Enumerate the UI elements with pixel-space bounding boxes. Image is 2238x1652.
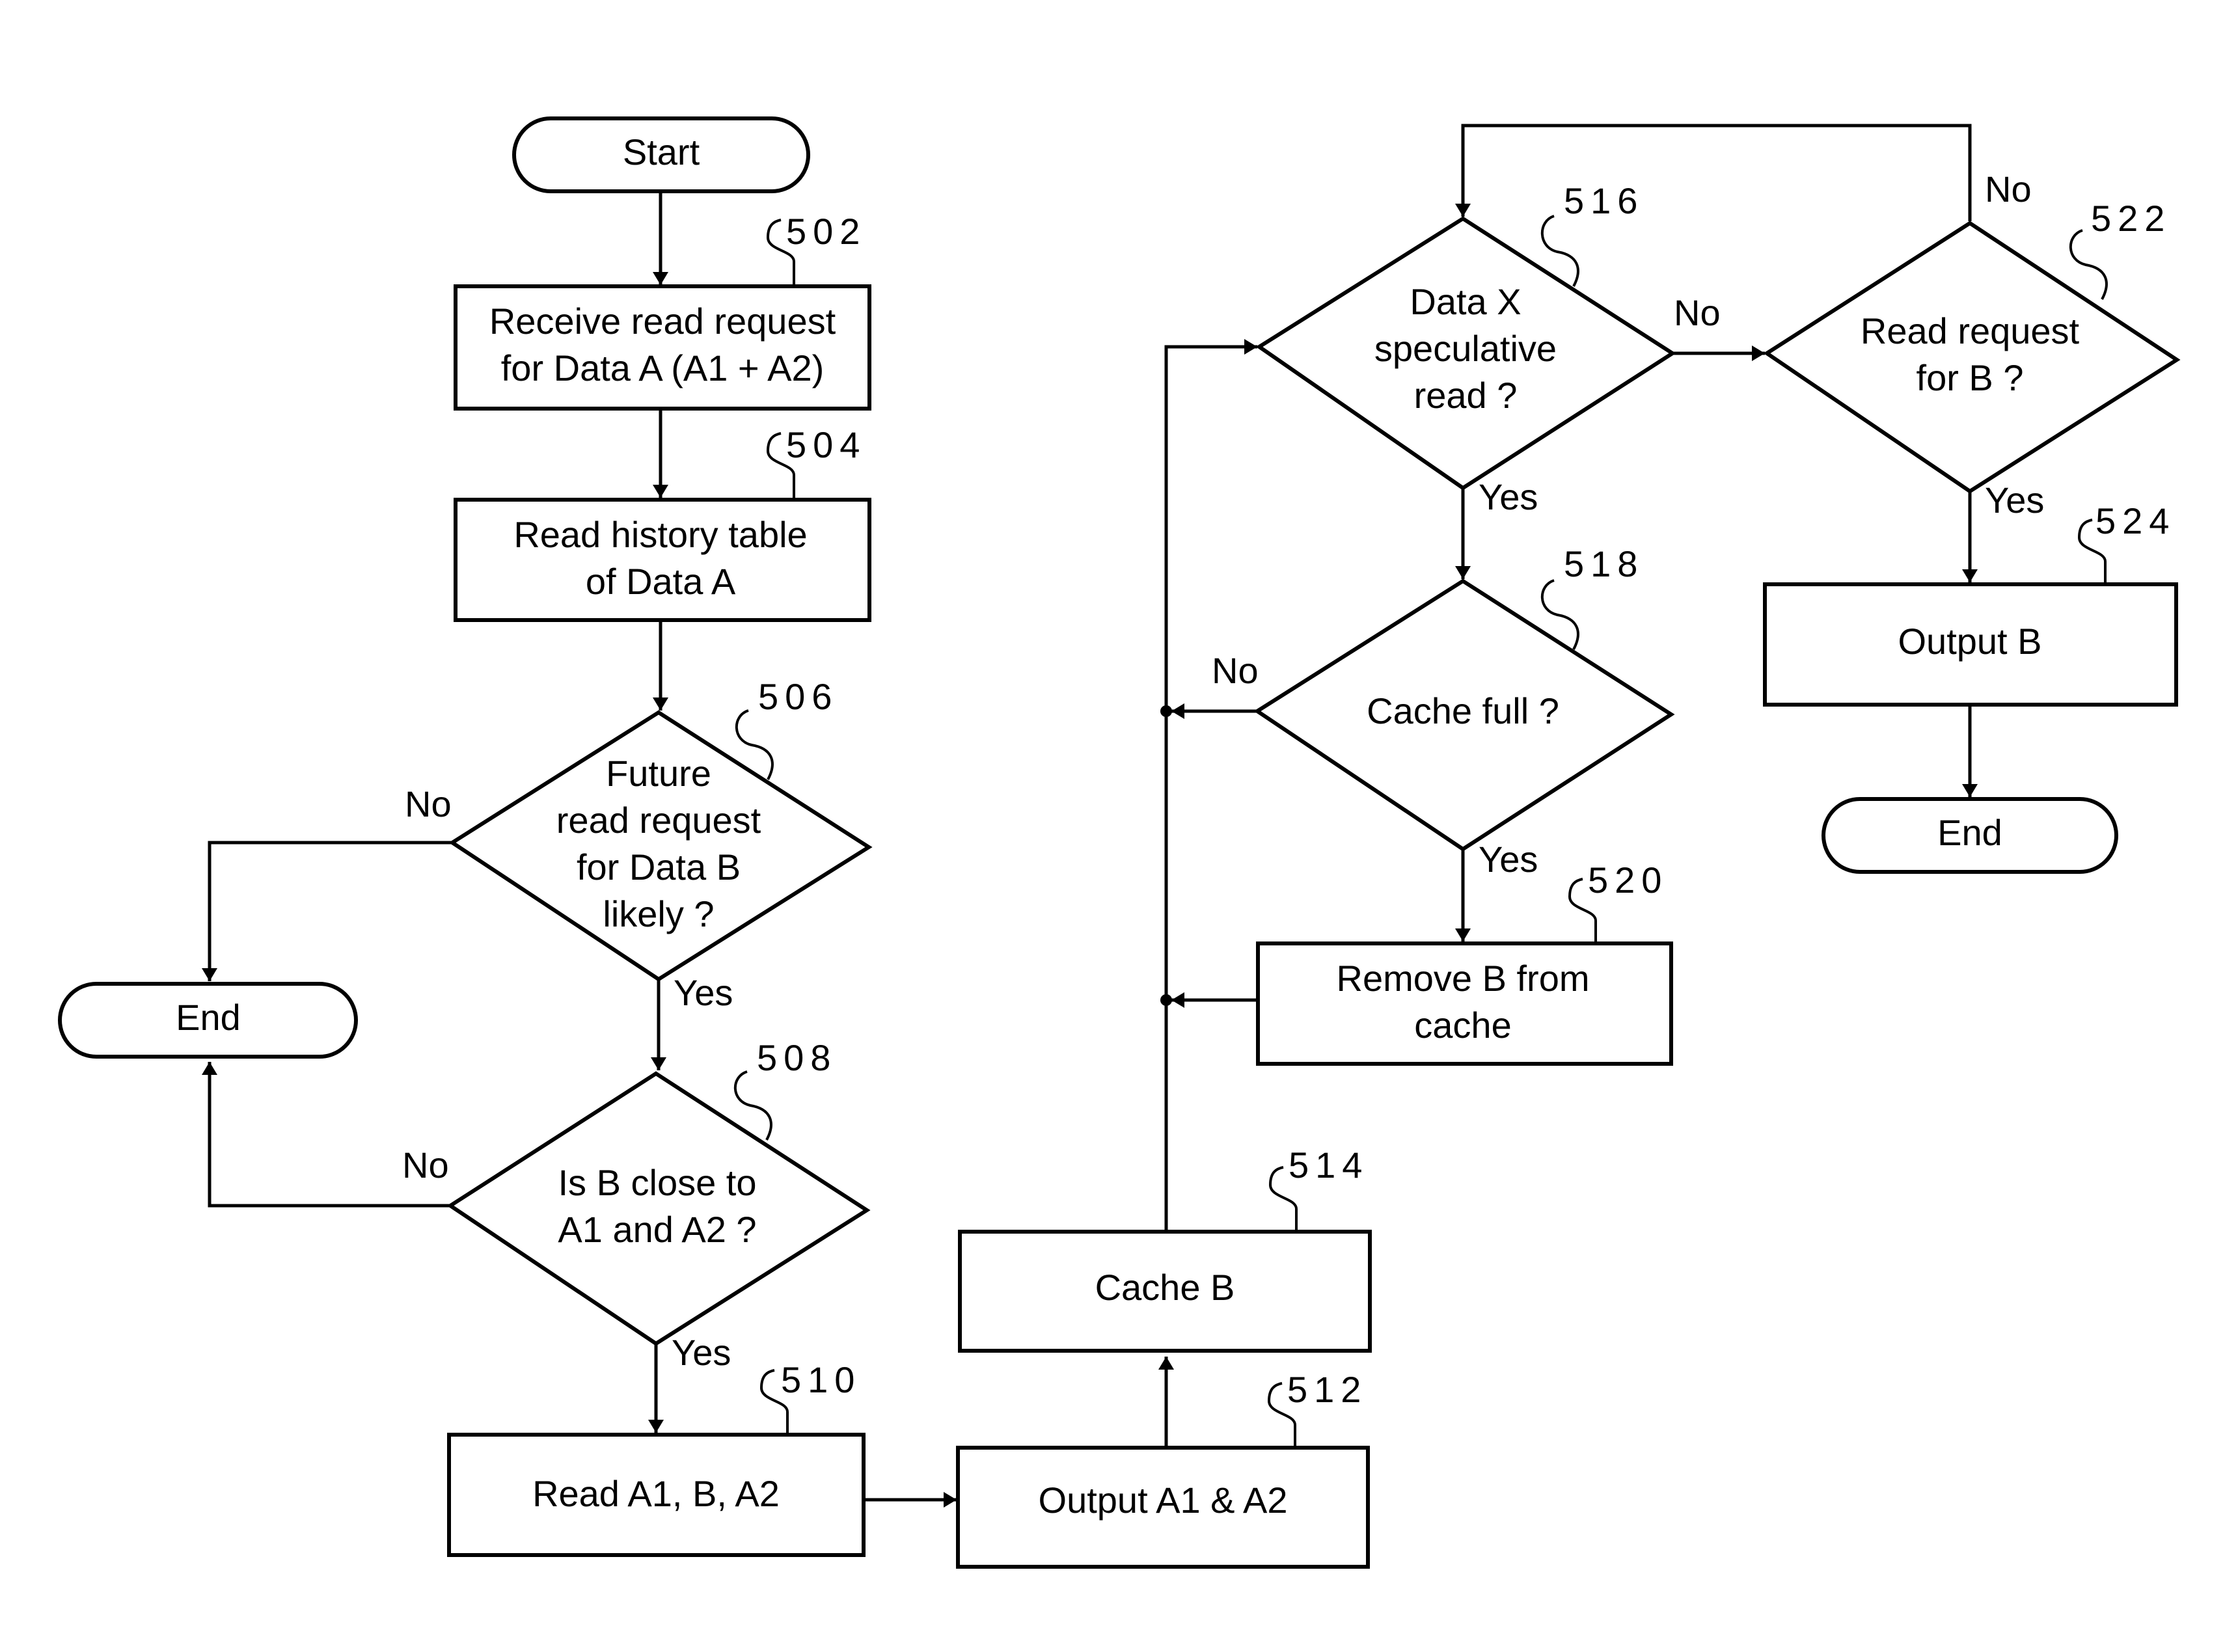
step-512-label: Output A1 & A2 [1039, 1480, 1288, 1521]
label-508-no: No [402, 1144, 449, 1185]
step-510-label: Read A1, B, A2 [532, 1473, 780, 1514]
decision-522-line2: for B ? [1917, 357, 2024, 398]
decision-508-line1: Is B close to [558, 1162, 756, 1203]
start-label: Start [623, 131, 700, 172]
decision-518-cache-full: Cache full ? 518 No Yes [1212, 543, 1675, 880]
ref-518: 518 [1564, 543, 1644, 584]
decision-508-b-close: Is B close to A1 and A2 ? 508 No Yes [402, 1037, 871, 1373]
decision-516-speculative-read: Data X speculative read ? 516 No Yes [1255, 180, 1721, 517]
end-terminal-left: End [58, 982, 358, 1059]
step-514-label: Cache B [1095, 1267, 1235, 1308]
end-left-label: End [176, 997, 241, 1038]
label-522-no: No [1985, 169, 2032, 210]
decision-506-line2: read request [556, 800, 761, 841]
step-504-read-history: Read history table of Data A 504 [454, 424, 871, 622]
step-502-receive-request: Receive read request for Data A (A1 + A2… [454, 211, 871, 411]
end-right-label: End [1937, 812, 2002, 853]
decision-506-line3: for Data B [577, 846, 741, 887]
ref-520: 520 [1588, 860, 1668, 900]
decision-516-line1: Data X [1410, 281, 1521, 322]
step-504-line2: of Data A [586, 561, 736, 602]
ref-514: 514 [1289, 1144, 1369, 1185]
junction-dot [1160, 994, 1172, 1006]
label-516-no: No [1674, 292, 1721, 333]
label-518-yes: Yes [1479, 839, 1538, 880]
decision-506-future-read: Future read request for Data B likely ? … [405, 676, 873, 1013]
edge-506-no-end [202, 841, 452, 981]
ref-508: 508 [757, 1037, 837, 1078]
decision-516-line2: speculative [1374, 328, 1557, 369]
label-516-yes: Yes [1479, 476, 1538, 517]
decision-522-read-request-b: Read request for B ? 522 No Yes [1763, 169, 2181, 521]
step-502-line2: for Data A (A1 + A2) [501, 347, 825, 388]
decision-516-line3: read ? [1414, 375, 1518, 416]
ref-524: 524 [2095, 500, 2176, 541]
label-506-yes: Yes [674, 972, 733, 1013]
ref-506: 506 [758, 676, 838, 717]
ref-502: 502 [786, 211, 866, 252]
label-508-yes: Yes [672, 1332, 731, 1373]
decision-506-line1: Future [606, 753, 711, 794]
label-518-no: No [1212, 650, 1259, 691]
step-520-line1: Remove B from [1337, 958, 1590, 999]
ref-522: 522 [2091, 198, 2171, 239]
ref-512: 512 [1287, 1369, 1367, 1410]
edge-514-516 [1164, 339, 1257, 1232]
label-522-yes: Yes [1985, 480, 2044, 521]
decision-508-line2: A1 and A2 ? [558, 1209, 756, 1250]
decision-522-line1: Read request [1861, 310, 2080, 351]
decision-518-label: Cache full ? [1367, 690, 1559, 731]
junction-dot [1160, 705, 1172, 717]
decision-506-line4: likely ? [603, 893, 714, 934]
start-terminal: Start [512, 116, 810, 193]
end-terminal-right: End [1822, 797, 2118, 874]
step-520-line2: cache [1414, 1005, 1511, 1046]
ref-516: 516 [1564, 180, 1644, 221]
flowchart: Start Receive read request for Data A (A… [58, 116, 2181, 1569]
step-512-output-a1-a2: Output A1 & A2 512 [956, 1369, 1370, 1569]
step-524-label: Output B [1898, 621, 2041, 662]
ref-leader-522 [2069, 229, 2108, 300]
step-504-line1: Read history table [513, 514, 807, 555]
ref-504: 504 [786, 424, 866, 465]
step-502-line1: Receive read request [489, 301, 836, 342]
label-506-no: No [405, 783, 452, 824]
ref-510: 510 [781, 1359, 861, 1400]
edge-522-no-516 [1455, 124, 1972, 221]
